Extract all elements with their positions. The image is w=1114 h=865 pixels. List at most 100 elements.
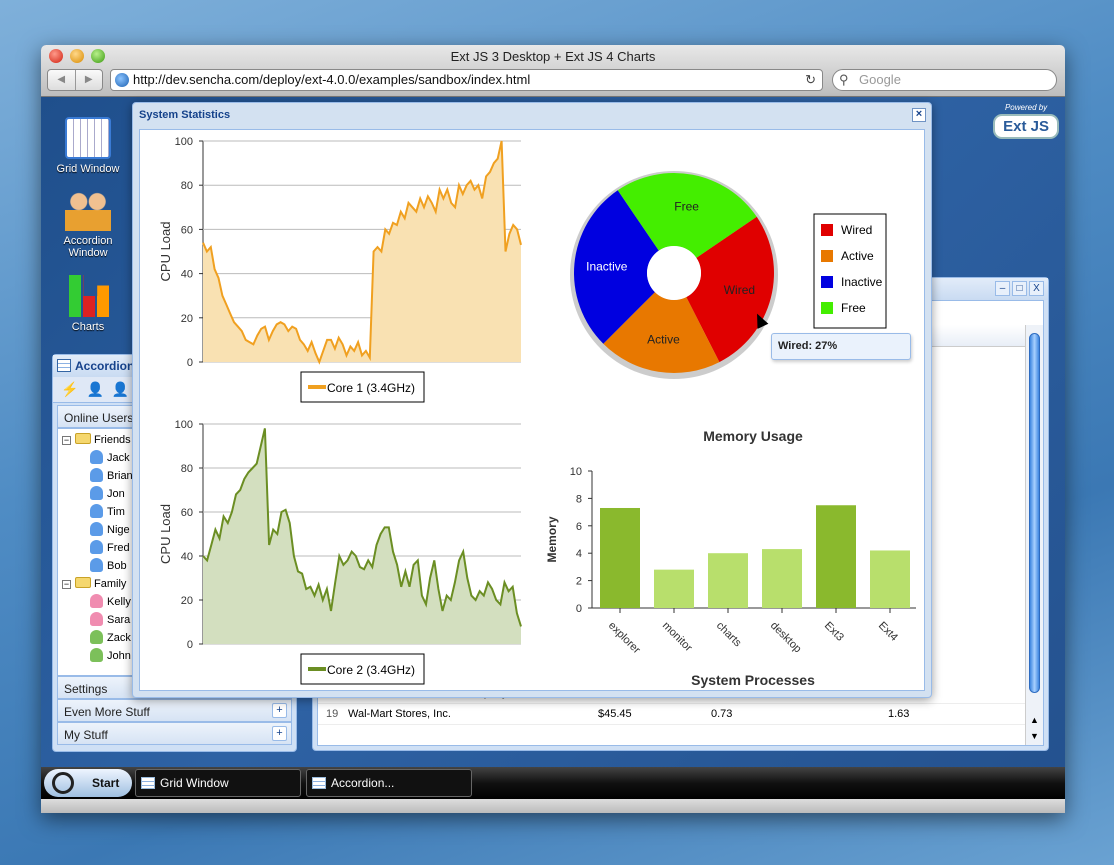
legend-swatch <box>821 224 833 236</box>
scroll-up-icon[interactable]: ▲ <box>1030 715 1039 725</box>
desktop-icon-label: Accordion Window <box>63 235 113 259</box>
user-icon <box>90 486 103 500</box>
search-input[interactable]: ⚲ Google <box>832 69 1057 91</box>
y-tick-label: 60 <box>181 224 193 236</box>
y-tick-label: 100 <box>175 136 193 148</box>
task-grid-window[interactable]: Grid Window <box>135 769 301 797</box>
maximize-icon[interactable]: □ <box>1012 281 1027 296</box>
section-label: Even More Stuff <box>64 705 150 719</box>
forward-button[interactable]: ▶ <box>76 70 103 90</box>
system-statistics-window: System Statistics × 0 20 40 60 80 100 CPU Load C… <box>132 102 932 698</box>
section-label: My Stuff <box>64 728 108 742</box>
taskbar: Start Grid Window Accordion... <box>41 767 1065 799</box>
minimize-icon[interactable]: – <box>995 281 1010 296</box>
pct-change-cell: 1.63 <box>888 708 910 720</box>
legend-swatch <box>821 250 833 262</box>
price-cell: $45.45 <box>598 708 632 720</box>
tooltip-text: Wired: 27% <box>778 340 838 352</box>
add-user-icon[interactable]: 👤 <box>86 381 103 398</box>
start-label: Start <box>92 776 120 790</box>
chart-title: Memory Usage <box>703 428 803 444</box>
user-label: Tim <box>107 506 125 518</box>
bar-chart-icon <box>65 275 111 317</box>
legend-label: Core 2 (3.4GHz) <box>327 663 415 677</box>
task-accordion[interactable]: Accordion... <box>306 769 472 797</box>
y-tick-label: 4 <box>576 548 582 560</box>
x-tick-label: Ext3 <box>822 620 846 644</box>
users-icon <box>65 189 111 231</box>
pie-slice-label: Free <box>674 200 699 214</box>
url-text: http://dev.sencha.com/deploy/ext-4.0.0/e… <box>133 72 531 87</box>
area-fill <box>203 141 521 362</box>
folder-label: Family <box>94 578 127 590</box>
user-icon <box>90 504 103 518</box>
user-icon <box>90 468 103 482</box>
y-tick-label: 20 <box>181 595 193 607</box>
row-number: 19 <box>326 708 339 720</box>
bar-ext4 <box>870 550 910 608</box>
scrollbar-thumb[interactable] <box>1029 333 1040 693</box>
close-icon[interactable]: × <box>912 108 926 122</box>
y-tick-label: 0 <box>187 357 193 369</box>
accordion-title: Accordion <box>75 359 135 373</box>
connect-icon[interactable]: ⚡ <box>61 381 78 398</box>
y-axis-label: Memory <box>545 516 559 562</box>
task-label: Accordion... <box>331 776 395 790</box>
x-tick-label: Ext4 <box>876 620 900 644</box>
table-row[interactable]: 19 Wal-Mart Stores, Inc. $45.45 0.73 1.63 <box>318 704 1025 725</box>
legend-swatch <box>821 276 833 288</box>
task-label: Grid Window <box>160 776 229 790</box>
bar-monitor <box>654 569 694 608</box>
remove-user-icon[interactable]: 👤 <box>112 381 129 398</box>
section-even-more-stuff[interactable]: Even More Stuff + <box>57 699 292 722</box>
user-label: Zack <box>107 632 131 644</box>
close-icon[interactable]: X <box>1029 281 1044 296</box>
desktop-icon-accordion-window[interactable]: Accordion Window <box>48 189 128 259</box>
charts-canvas: 020406080100CPU LoadCore 1 (3.4GHz)02040… <box>158 136 916 688</box>
folder-icon <box>75 433 91 444</box>
vertical-scrollbar[interactable]: ▲ ▼ <box>1025 325 1043 745</box>
legend-swatch <box>821 302 833 314</box>
y-tick-label: 100 <box>175 419 193 431</box>
section-my-stuff[interactable]: My Stuff + <box>57 722 292 745</box>
bar-desktop <box>762 549 802 608</box>
reload-icon[interactable]: ↻ <box>805 70 816 90</box>
desktop-icon-grid-window[interactable]: Grid Window <box>48 117 128 175</box>
bar-explorer <box>600 507 640 608</box>
bar-charts <box>708 553 748 608</box>
back-button[interactable]: ◀ <box>48 70 76 90</box>
search-placeholder: Google <box>859 72 901 87</box>
pie-tooltip: Wired: 27% <box>771 333 911 360</box>
y-tick-label: 0 <box>187 639 193 651</box>
pie-slice-label: Wired <box>724 283 755 297</box>
search-icon: ⚲ <box>839 72 849 87</box>
collapse-icon[interactable]: − <box>62 580 71 589</box>
legend-label: Inactive <box>841 275 883 289</box>
start-button[interactable]: Start <box>44 769 132 797</box>
y-tick-label: 80 <box>181 180 193 192</box>
url-bar[interactable]: http://dev.sencha.com/deploy/ext-4.0.0/e… <box>110 69 823 91</box>
collapse-icon[interactable]: − <box>62 436 71 445</box>
extjs-logo: Ext JS <box>993 114 1059 139</box>
desktop-icon-label: Grid Window <box>56 163 120 175</box>
scroll-down-icon[interactable]: ▼ <box>1030 731 1039 741</box>
y-tick-label: 10 <box>570 466 582 478</box>
section-label: Settings <box>64 682 108 696</box>
window-title: System Statistics <box>139 109 231 121</box>
desktop-icon-charts[interactable]: Charts <box>48 275 128 333</box>
user-label: John <box>107 650 131 662</box>
x-axis-label: System Processes <box>691 672 815 688</box>
globe-icon <box>115 73 129 87</box>
user-label: Sara <box>107 614 131 626</box>
section-label: Online Users <box>64 411 134 425</box>
expand-icon[interactable]: + <box>272 726 287 741</box>
legend-label: Wired <box>841 223 872 237</box>
y-tick-label: 8 <box>576 493 582 505</box>
y-tick-label: 60 <box>181 507 193 519</box>
legend-label: Active <box>841 249 874 263</box>
change-cell: 0.73 <box>711 708 733 720</box>
user-icon <box>90 612 103 626</box>
expand-icon[interactable]: + <box>272 703 287 718</box>
browser-status-bar <box>41 799 1065 813</box>
desktop: Grid Window Accordion Window Charts Powe… <box>41 97 1065 767</box>
